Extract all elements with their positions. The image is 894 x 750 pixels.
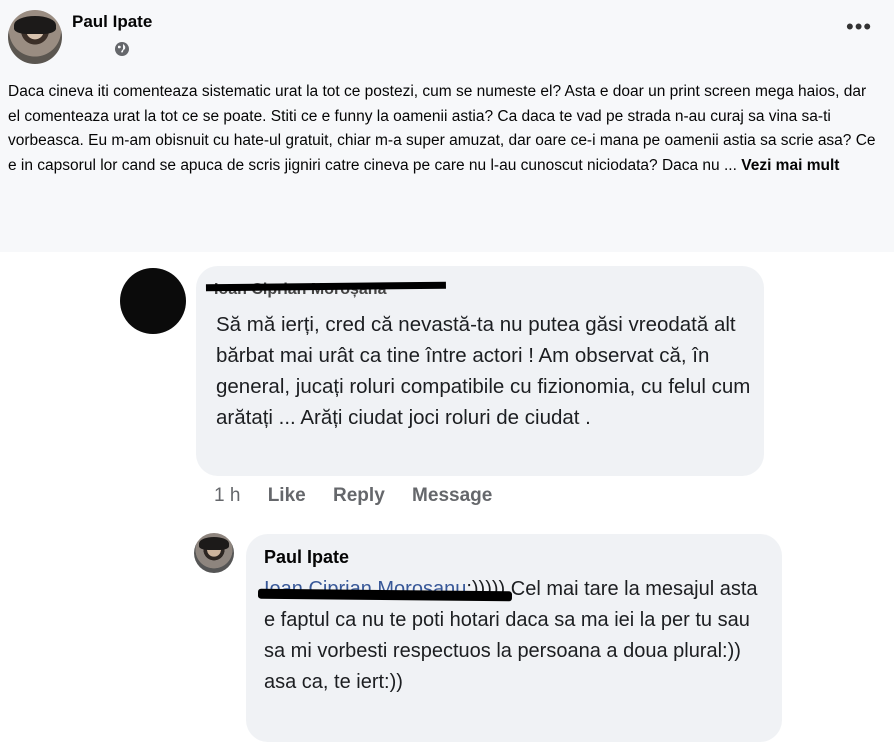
comment-timestamp[interactable]: 1 h xyxy=(214,485,240,507)
avatar-hat xyxy=(199,537,229,550)
like-button[interactable]: Like xyxy=(268,485,306,507)
reply-author-avatar[interactable] xyxy=(194,533,234,573)
post-container: Paul Ipate ••• Daca cineva iti comenteaz… xyxy=(0,0,894,252)
message-button[interactable]: Message xyxy=(412,485,492,507)
comment-text: Să mă ierți, cred că nevastă-ta nu putea… xyxy=(216,313,751,429)
reply-button[interactable]: Reply xyxy=(333,485,385,507)
post-body: Daca cineva iti comenteaza sistematic ur… xyxy=(8,80,882,178)
globe-icon[interactable] xyxy=(114,41,130,57)
comment-actions: 1 h Like Reply Message xyxy=(214,485,514,507)
post-author-name[interactable]: Paul Ipate xyxy=(72,12,152,32)
see-more-link[interactable]: Vezi mai mult xyxy=(741,157,839,174)
commenter-avatar[interactable] xyxy=(120,268,186,334)
more-options-icon[interactable]: ••• xyxy=(846,16,872,38)
redaction-mark xyxy=(205,281,447,301)
avatar-hat xyxy=(14,16,56,34)
reply-author-name[interactable]: Paul Ipate xyxy=(264,547,349,568)
author-avatar[interactable] xyxy=(8,10,62,64)
